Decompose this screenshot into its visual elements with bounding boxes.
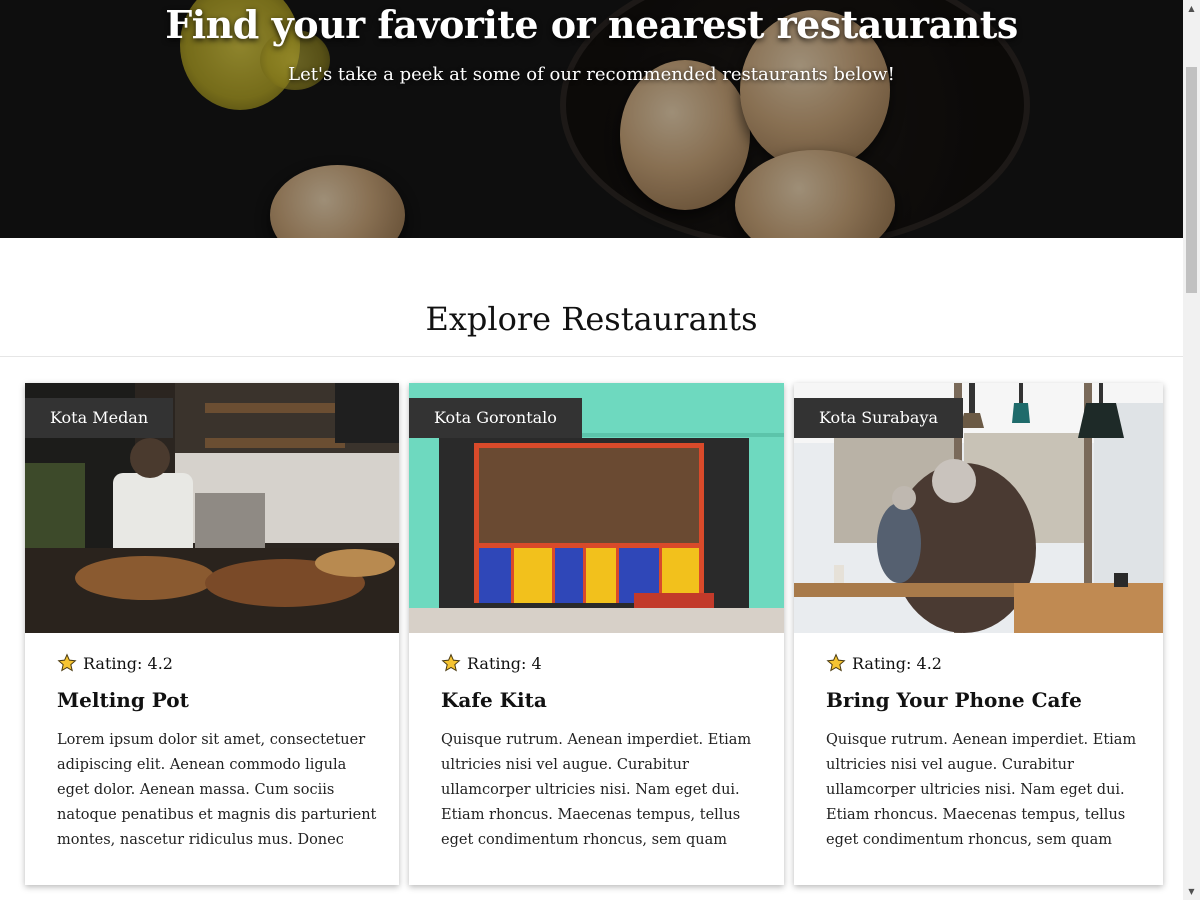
restaurant-card[interactable]: Kota Medan Rating: 4.2 Melting Pot Lorem… bbox=[25, 383, 399, 885]
rating: Rating: 4 bbox=[441, 653, 542, 673]
star-icon bbox=[441, 653, 461, 672]
section-divider bbox=[0, 356, 1183, 357]
hero-subtitle: Let's take a peek at some of our recomme… bbox=[288, 64, 895, 85]
rating: Rating: 4.2 bbox=[57, 653, 173, 673]
vertical-scrollbar[interactable]: ▲ ▼ bbox=[1183, 0, 1200, 900]
restaurant-card[interactable]: Kota Gorontalo Rating: 4 Kafe Kita Quisq… bbox=[409, 383, 784, 885]
restaurant-name[interactable]: Melting Pot bbox=[57, 688, 189, 712]
scroll-up-arrow-icon[interactable]: ▲ bbox=[1183, 0, 1200, 17]
restaurant-name[interactable]: Kafe Kita bbox=[441, 688, 547, 712]
restaurant-image: Kota Medan bbox=[25, 383, 399, 633]
city-badge: Kota Gorontalo bbox=[409, 398, 582, 438]
restaurant-description: Quisque rutrum. Aenean imperdiet. Etiam … bbox=[826, 732, 1137, 848]
rating-label: Rating: 4.2 bbox=[852, 653, 942, 673]
hero-banner: Find your favorite or nearest restaurant… bbox=[0, 0, 1183, 238]
restaurant-card[interactable]: Kota Surabaya Rating: 4.2 Bring Your Pho… bbox=[794, 383, 1163, 885]
city-badge: Kota Surabaya bbox=[794, 398, 964, 438]
section-title: Explore Restaurants bbox=[425, 300, 758, 338]
restaurant-name[interactable]: Bring Your Phone Cafe bbox=[826, 688, 1082, 712]
restaurant-image: Kota Gorontalo bbox=[409, 383, 784, 633]
restaurant-description: Lorem ipsum dolor sit amet, consectetuer… bbox=[57, 732, 377, 848]
restaurant-image: Kota Surabaya bbox=[794, 383, 1163, 633]
hero-title: Find your favorite or nearest restaurant… bbox=[165, 2, 1018, 47]
star-icon bbox=[826, 653, 846, 672]
scroll-thumb[interactable] bbox=[1186, 67, 1197, 293]
city-badge: Kota Medan bbox=[25, 398, 174, 438]
restaurant-description: Quisque rutrum. Aenean imperdiet. Etiam … bbox=[441, 732, 752, 848]
star-icon bbox=[57, 653, 77, 672]
rating: Rating: 4.2 bbox=[826, 653, 942, 673]
rating-label: Rating: 4 bbox=[467, 653, 542, 673]
rating-label: Rating: 4.2 bbox=[83, 653, 173, 673]
scroll-down-arrow-icon[interactable]: ▼ bbox=[1183, 883, 1200, 900]
